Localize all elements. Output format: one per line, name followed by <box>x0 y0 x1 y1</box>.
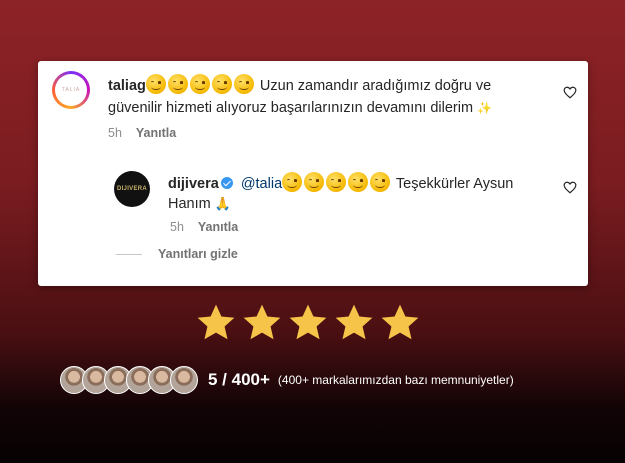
reply-mention[interactable]: @talia <box>241 176 282 192</box>
avatar-logo-text: TALIA <box>55 74 87 106</box>
smile-emoji-icon <box>167 74 188 94</box>
comment-username[interactable]: taliag <box>108 78 146 94</box>
smile-emoji-icon <box>211 74 232 94</box>
hide-replies-button[interactable]: Yanıtları gizle <box>158 247 238 261</box>
rating-caption: (400+ markalarımızdan bazı memnuniyetler… <box>277 373 514 387</box>
avatar[interactable]: TALIA <box>52 71 90 109</box>
pray-hands-icon: 🙏 <box>214 196 231 211</box>
reply-body: dijivera @talia Teşekkürler Aysun Hanım … <box>168 172 558 214</box>
smile-emoji-icon <box>326 172 347 192</box>
comment-time: 5h <box>108 126 122 140</box>
verified-badge-icon <box>220 177 233 189</box>
reply-username[interactable]: dijivera <box>168 176 219 192</box>
reply-button[interactable]: Yanıtla <box>198 220 238 234</box>
star-icon <box>381 304 419 340</box>
star-icon <box>289 304 327 340</box>
customer-avatars <box>60 366 198 394</box>
reply-avatar[interactable]: DIJIVERA <box>114 171 150 207</box>
smile-emoji-icon <box>304 172 325 192</box>
smile-emoji-icon <box>145 74 166 94</box>
divider <box>116 254 142 255</box>
star-icon <box>197 304 235 340</box>
emoji-group <box>145 74 256 94</box>
smile-emoji-icon <box>348 172 369 192</box>
comment-meta: 5h Yanıtla <box>108 126 190 140</box>
smile-emoji-icon <box>282 172 303 192</box>
comment-card: TALIA taliag Uzun zamandır aradığımız do… <box>38 61 588 286</box>
rating-score: 5 / 400+ <box>208 370 270 389</box>
star-icon <box>243 304 281 340</box>
smile-emoji-icon <box>233 74 254 94</box>
reply-meta: 5h Yanıtla <box>170 220 252 234</box>
like-heart-icon[interactable] <box>563 86 577 99</box>
customer-avatar <box>170 366 198 394</box>
customer-rating-row: 5 / 400+ (400+ markalarımızdan bazı memn… <box>60 366 514 394</box>
emoji-group <box>282 172 392 192</box>
like-heart-icon[interactable] <box>563 181 577 194</box>
rating-stars <box>195 302 421 344</box>
smile-emoji-icon <box>189 74 210 94</box>
reply-button[interactable]: Yanıtla <box>136 126 176 140</box>
smile-emoji-icon <box>370 172 391 192</box>
star-icon <box>335 304 373 340</box>
sparkle-icon: ✨ <box>477 101 493 115</box>
comment-body: taliag Uzun zamandır aradığımız doğru ve… <box>108 74 548 119</box>
reply-time: 5h <box>170 220 184 234</box>
